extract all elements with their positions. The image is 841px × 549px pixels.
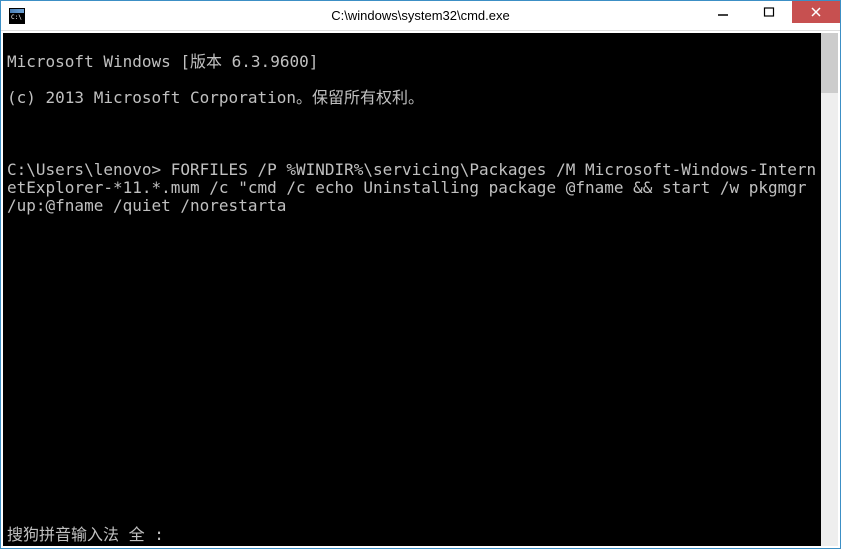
window-controls <box>700 1 840 30</box>
window-title: C:\windows\system32\cmd.exe <box>331 8 509 23</box>
cmd-window: C:\windows\system32\cmd.exe Microsoft Wi… <box>0 0 841 549</box>
titlebar[interactable]: C:\windows\system32\cmd.exe <box>1 1 840 31</box>
blank-line <box>7 125 817 143</box>
maximize-button[interactable] <box>746 1 792 23</box>
output-line: (c) 2013 Microsoft Corporation。保留所有权利。 <box>7 89 817 107</box>
terminal-area: Microsoft Windows [版本 6.3.9600] (c) 2013… <box>1 31 840 548</box>
cmd-icon <box>9 8 25 24</box>
ime-status: 搜狗拼音输入法 全 : <box>7 526 164 544</box>
minimize-icon <box>717 6 729 18</box>
output-line: Microsoft Windows [版本 6.3.9600] <box>7 53 817 71</box>
scrollbar-thumb[interactable] <box>821 33 838 93</box>
close-button[interactable] <box>792 1 840 23</box>
vertical-scrollbar[interactable] <box>821 33 838 546</box>
command-line: C:\Users\lenovo> FORFILES /P %WINDIR%\se… <box>7 161 817 215</box>
maximize-icon <box>763 6 775 18</box>
minimize-button[interactable] <box>700 1 746 23</box>
close-icon <box>810 6 822 18</box>
terminal-output[interactable]: Microsoft Windows [版本 6.3.9600] (c) 2013… <box>3 33 821 546</box>
